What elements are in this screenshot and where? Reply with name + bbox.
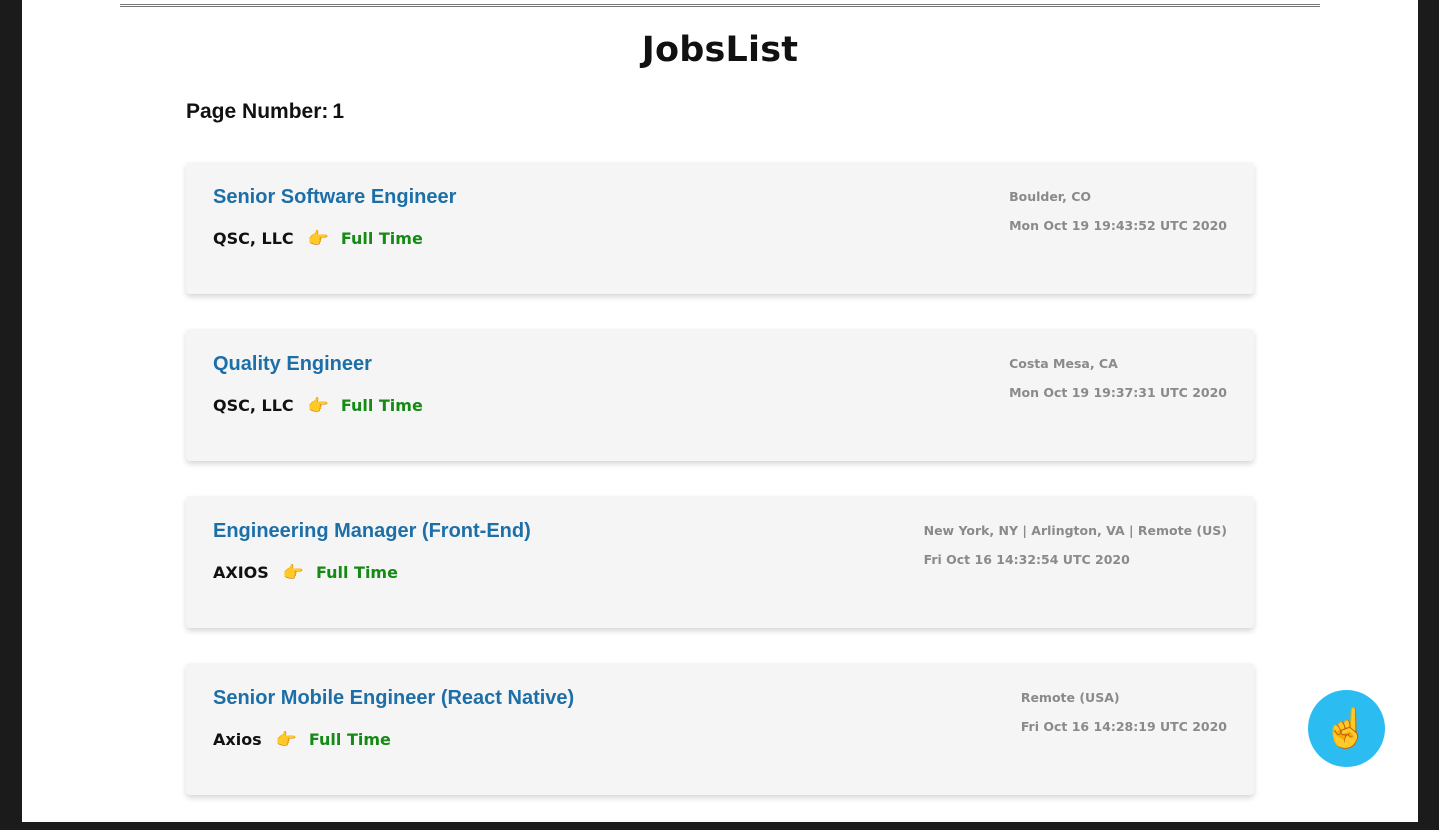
job-posted-date: Mon Oct 19 19:43:52 UTC 2020 — [1009, 218, 1227, 233]
job-card[interactable]: Senior Software Engineer QSC, LLC 👉 Full… — [186, 162, 1254, 294]
page-number-value: 1 — [332, 100, 345, 123]
job-type-badge: Full Time — [340, 396, 423, 415]
job-card[interactable]: Engineering Manager (Front-End) AXIOS 👉 … — [186, 496, 1254, 628]
job-title-link[interactable]: Senior Software Engineer — [213, 186, 456, 209]
top-divider — [120, 4, 1320, 7]
job-title-link[interactable]: Engineering Manager (Front-End) — [213, 520, 531, 543]
job-card[interactable]: Senior Mobile Engineer (React Native) Ax… — [186, 663, 1254, 795]
job-type-badge: Full Time — [340, 229, 423, 248]
job-posted-date: Mon Oct 19 19:37:31 UTC 2020 — [1009, 385, 1227, 400]
job-location: Costa Mesa, CA — [1009, 356, 1118, 371]
job-posted-date: Fri Oct 16 14:32:54 UTC 2020 — [923, 552, 1130, 567]
job-details: New York, NY | Arlington, VA | Remote (U… — [924, 523, 1227, 567]
job-details: Remote (USA) Fri Oct 16 14:28:19 UTC 202… — [1021, 690, 1227, 734]
job-details: Boulder, CO Mon Oct 19 19:43:52 UTC 2020 — [1009, 189, 1227, 233]
pointing-right-icon: 👉 — [307, 396, 329, 415]
page-title: JobsList — [641, 30, 799, 70]
company-name: AXIOS — [213, 563, 269, 582]
page-number-indicator: Page Number: 1 — [186, 100, 344, 124]
job-location: Boulder, CO — [1009, 189, 1092, 204]
job-location: Remote (USA) — [1020, 690, 1120, 705]
job-type-badge: Full Time — [315, 563, 398, 582]
job-title-link[interactable]: Senior Mobile Engineer (React Native) — [213, 687, 574, 710]
job-meta: AXIOS 👉 Full Time — [213, 563, 398, 582]
job-meta: Axios 👉 Full Time — [213, 730, 391, 749]
pointing-right-icon: 👉 — [275, 730, 297, 749]
job-card[interactable]: Quality Engineer QSC, LLC 👉 Full Time Co… — [186, 329, 1254, 461]
job-meta: QSC, LLC 👉 Full Time — [213, 396, 423, 415]
scroll-to-top-button[interactable]: ☝️ — [1308, 690, 1385, 767]
pointing-right-icon: 👉 — [282, 563, 304, 582]
company-name: QSC, LLC — [213, 396, 294, 415]
job-meta: QSC, LLC 👉 Full Time — [213, 229, 423, 248]
job-type-badge: Full Time — [308, 730, 391, 749]
job-title-link[interactable]: Quality Engineer — [213, 353, 372, 376]
job-details: Costa Mesa, CA Mon Oct 19 19:37:31 UTC 2… — [1009, 356, 1227, 400]
job-location: New York, NY | Arlington, VA | Remote (U… — [923, 523, 1227, 538]
job-list: Senior Software Engineer QSC, LLC 👉 Full… — [186, 162, 1254, 830]
company-name: Axios — [213, 730, 262, 749]
pointing-right-icon: 👉 — [307, 229, 329, 248]
page-number-label: Page Number: — [186, 100, 329, 123]
pointing-up-icon: ☝️ — [1322, 707, 1371, 750]
page-container: JobsList Page Number: 1 Senior Software E… — [22, 0, 1418, 822]
job-posted-date: Fri Oct 16 14:28:19 UTC 2020 — [1020, 719, 1227, 734]
company-name: QSC, LLC — [213, 229, 294, 248]
